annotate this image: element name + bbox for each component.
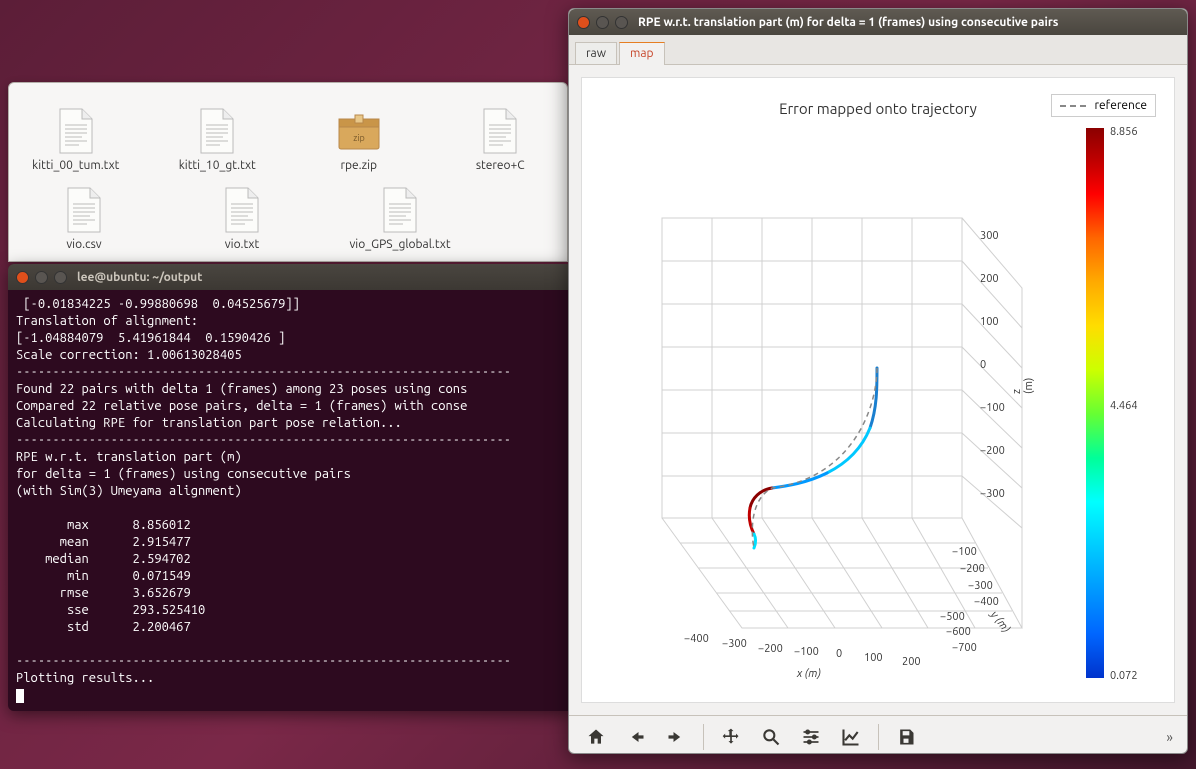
plot-window-title: RPE w.r.t. translation part (m) for delt… — [638, 16, 1058, 29]
legend-line-icon — [1060, 105, 1086, 107]
terminal-output[interactable]: [-0.01834225 -0.99880698 0.04525679]] Tr… — [8, 290, 573, 710]
file-label: vio.txt — [225, 238, 259, 251]
z-axis-label: z (m) — [1011, 376, 1035, 394]
axes-3d: 300 200 100 0 −100 −200 −300 z (m) −400 … — [622, 148, 1032, 678]
file-item[interactable]: zip rpe.zip — [312, 107, 406, 172]
file-item[interactable]: stereo+C — [454, 107, 548, 172]
x-axis-label: x (m) — [797, 668, 821, 680]
text-file-icon — [193, 107, 241, 155]
plot-canvas[interactable]: Error mapped onto trajectory reference — [581, 77, 1175, 703]
text-file-icon — [376, 186, 424, 234]
minimize-icon[interactable] — [596, 16, 609, 29]
svg-text:zip: zip — [353, 133, 365, 143]
file-grid: kitti_00_tum.txt kitti_10_gt.txt zip rpe.zi… — [9, 83, 567, 289]
text-file-icon — [52, 107, 100, 155]
file-label: kitti_00_tum.txt — [32, 159, 119, 172]
file-label: stereo+C — [476, 159, 525, 172]
plot-toolbar: » — [569, 715, 1187, 757]
file-label: vio_GPS_global.txt — [349, 238, 450, 251]
save-icon[interactable] — [893, 724, 919, 750]
colorbar: 8.856 4.464 0.072 — [1086, 128, 1156, 688]
separator — [703, 724, 704, 750]
file-label: kitti_10_gt.txt — [179, 159, 256, 172]
file-item[interactable]: vio.txt — [187, 186, 297, 251]
axes-icon[interactable] — [838, 724, 864, 750]
file-item[interactable]: kitti_10_gt.txt — [171, 107, 265, 172]
file-manager-window: kitti_00_tum.txt kitti_10_gt.txt zip rpe.zi… — [8, 82, 568, 262]
cursor-icon — [16, 689, 24, 703]
adjust-icon[interactable] — [798, 724, 824, 750]
file-item[interactable]: vio.csv — [29, 186, 139, 251]
separator — [878, 724, 879, 750]
minimize-icon[interactable] — [35, 271, 48, 284]
terminal-title: lee@ubuntu: ~/output — [77, 271, 202, 284]
tab-map[interactable]: map — [619, 42, 665, 65]
tab-strip: raw map — [569, 35, 1187, 65]
close-icon[interactable] — [16, 271, 29, 284]
plot-window: RPE w.r.t. translation part (m) for delt… — [568, 8, 1188, 754]
file-label: vio.csv — [66, 238, 101, 251]
forward-icon[interactable] — [663, 724, 689, 750]
pan-icon[interactable] — [718, 724, 744, 750]
file-item[interactable]: vio_GPS_global.txt — [345, 186, 455, 251]
terminal-titlebar[interactable]: lee@ubuntu: ~/output — [8, 264, 573, 290]
home-icon[interactable] — [583, 724, 609, 750]
archive-icon: zip — [335, 107, 383, 155]
text-file-icon — [218, 186, 266, 234]
tab-raw[interactable]: raw — [575, 42, 617, 64]
file-item[interactable]: kitti_00_tum.txt — [29, 107, 123, 172]
close-icon[interactable] — [577, 16, 590, 29]
zoom-icon[interactable] — [758, 724, 784, 750]
back-icon[interactable] — [623, 724, 649, 750]
legend: reference — [1051, 94, 1156, 117]
text-file-icon — [476, 107, 524, 155]
text-file-icon — [60, 186, 108, 234]
colorbar-gradient — [1086, 128, 1104, 678]
terminal-window: lee@ubuntu: ~/output [-0.01834225 -0.998… — [8, 264, 573, 711]
file-label: rpe.zip — [340, 159, 377, 172]
chart-title: Error mapped onto trajectory — [779, 100, 977, 117]
overflow-icon[interactable]: » — [1166, 729, 1173, 745]
legend-label: reference — [1094, 99, 1147, 112]
maximize-icon[interactable] — [54, 271, 67, 284]
plot-titlebar[interactable]: RPE w.r.t. translation part (m) for delt… — [569, 9, 1187, 35]
maximize-icon[interactable] — [615, 16, 628, 29]
